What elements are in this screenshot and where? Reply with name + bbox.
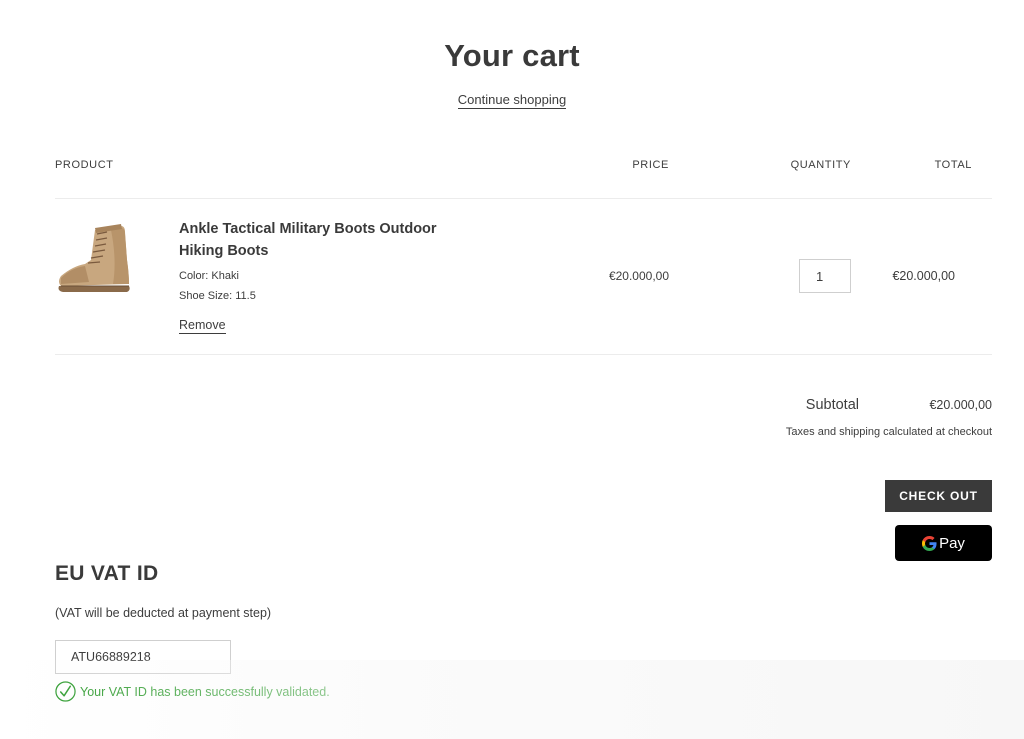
- header-product: PRODUCT: [55, 159, 114, 171]
- product-image[interactable]: [55, 220, 135, 298]
- check-circle-icon: [55, 681, 76, 702]
- remove-link[interactable]: Remove: [179, 318, 226, 334]
- vat-note: (VAT will be deducted at payment step): [55, 606, 272, 620]
- vat-title: EU VAT ID: [55, 562, 159, 585]
- product-option-size: Shoe Size: 11.5: [179, 290, 256, 302]
- gpay-label: Pay: [939, 534, 965, 552]
- tan-boot-image: [58, 224, 130, 292]
- product-total: €20.000,00: [892, 269, 955, 283]
- google-g-icon: [922, 535, 937, 551]
- vat-success-message: Your VAT ID has been successfully valida…: [55, 681, 330, 702]
- subtotal-label: Subtotal: [805, 397, 859, 413]
- tax-note: Taxes and shipping calculated at checkou…: [785, 426, 992, 438]
- page-title: Your cart: [444, 38, 580, 73]
- checkout-button[interactable]: CHECK OUT: [885, 480, 992, 512]
- cart-page: Your cart Continue shopping PRODUCT PRIC…: [0, 0, 1024, 739]
- table-divider-bottom: [55, 354, 992, 355]
- continue-shopping-link[interactable]: Continue shopping: [457, 92, 567, 109]
- header-price: PRICE: [632, 159, 669, 171]
- quantity-input[interactable]: [799, 259, 851, 293]
- table-divider-top: [55, 198, 992, 199]
- vat-success-text: Your VAT ID has been successfully valida…: [80, 684, 330, 699]
- product-name[interactable]: Ankle Tactical Military Boots Outdoor Hi…: [179, 218, 469, 262]
- google-pay-button[interactable]: Pay: [895, 525, 992, 561]
- subtotal-value: €20.000,00: [929, 398, 992, 412]
- header-quantity: QUANTITY: [790, 159, 851, 171]
- product-price: €20.000,00: [608, 269, 669, 283]
- product-option-color: Color: Khaki: [179, 270, 239, 282]
- header-total: TOTAL: [934, 159, 972, 171]
- continue-shopping-wrapper: Continue shopping: [0, 92, 1024, 109]
- vat-id-input[interactable]: [55, 640, 231, 674]
